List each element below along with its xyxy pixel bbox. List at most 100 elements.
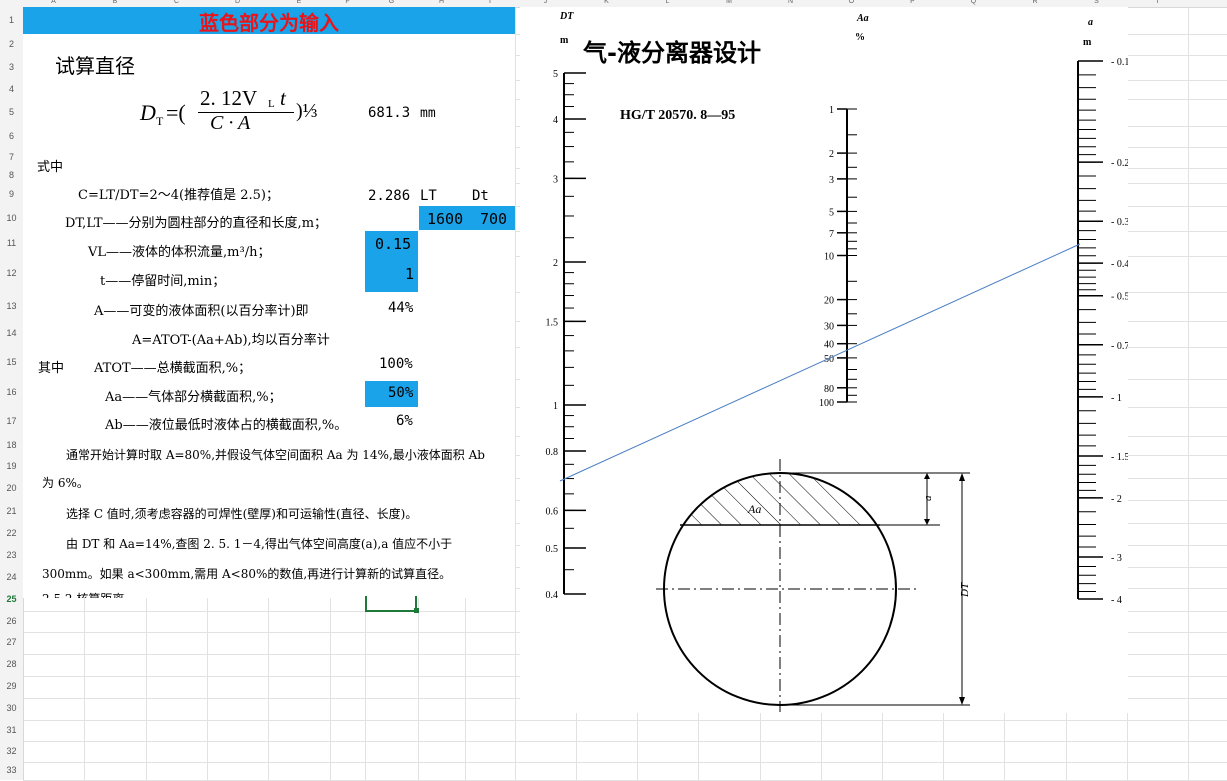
row-header-8[interactable]: 8	[0, 170, 23, 180]
column-header-l[interactable]: L	[666, 0, 670, 5]
dt-value[interactable]: 700	[480, 210, 507, 228]
row-header-22[interactable]: 22	[0, 528, 23, 538]
row-header-3[interactable]: 3	[0, 62, 23, 72]
dt-tick-label: 1.5	[546, 317, 559, 328]
line-dt-lt-definition: DT,LT——分别为圆柱部分的直径和长度,m；	[65, 216, 328, 231]
column-header-r[interactable]: R	[1032, 0, 1037, 5]
a-axis-label: a	[1088, 17, 1093, 28]
row-header-18[interactable]: 18	[0, 440, 23, 450]
row-header-31[interactable]: 31	[0, 725, 23, 735]
t-value[interactable]: 1	[405, 265, 414, 283]
column-header-b[interactable]: B	[113, 0, 118, 5]
row-header-13[interactable]: 13	[0, 301, 23, 311]
row-header-15[interactable]: 15	[0, 357, 23, 367]
vl-value[interactable]: 0.15	[375, 235, 411, 253]
column-header-k[interactable]: K	[604, 0, 609, 5]
dt-tick-label: 5	[553, 69, 558, 80]
row-header-24[interactable]: 24	[0, 572, 23, 582]
aa-region-label: Aa	[747, 502, 761, 516]
aa-tick-label: 2	[829, 149, 834, 160]
column-header-j[interactable]: J	[544, 0, 548, 5]
c-value[interactable]: 2.286	[368, 188, 410, 204]
a-value[interactable]: 44%	[388, 300, 413, 316]
aa-axis-unit: %	[855, 32, 865, 43]
line-ab-definition: Ab——液位最低时液体占的横截面积,%。	[105, 418, 348, 433]
dt-result-value[interactable]: 681.3	[368, 105, 410, 121]
a-tick-label: - 2	[1111, 494, 1122, 505]
selected-cell[interactable]	[365, 596, 417, 612]
section-label: 式中	[37, 160, 64, 175]
row-header-16[interactable]: 16	[0, 387, 23, 397]
column-header-q[interactable]: Q	[971, 0, 976, 5]
column-header-e[interactable]: E	[297, 0, 302, 5]
dt-label[interactable]: Dt	[472, 188, 489, 204]
a-tick-label: - 0.3	[1111, 217, 1128, 228]
column-header-s[interactable]: S	[1094, 0, 1099, 5]
row-header-12[interactable]: 12	[0, 268, 23, 278]
dt-tick-label: 3	[553, 174, 558, 185]
lt-label[interactable]: LT	[420, 188, 437, 204]
row-header-4[interactable]: 4	[0, 84, 23, 94]
aa-tick-label: 5	[829, 207, 834, 218]
column-header-t[interactable]: T	[1155, 0, 1159, 5]
aa-tick-label: 50	[824, 354, 834, 365]
row-header-bar: 1 2 3 4 5 6 7 8 9 10 11 12 13 14 15 16 17 18 19 20 21 22 23 24 2…	[0, 7, 24, 780]
row-header-17[interactable]: 17	[0, 416, 23, 426]
row-header-14[interactable]: 14	[0, 328, 23, 338]
row-header-1[interactable]: 1	[0, 15, 23, 25]
aa-tick-label: 100	[819, 398, 834, 409]
column-header-c[interactable]: C	[174, 0, 179, 5]
column-header-f[interactable]: F	[345, 0, 349, 5]
row-header-20[interactable]: 20	[0, 483, 23, 493]
ab-value[interactable]: 6%	[396, 413, 413, 429]
dt-axis-label: DT	[559, 11, 574, 22]
banner-text: 蓝色部分为输入	[199, 11, 339, 35]
row-header-30[interactable]: 30	[0, 703, 23, 713]
aa-tick-label: 3	[829, 175, 834, 186]
row-header-28[interactable]: 28	[0, 659, 23, 669]
aa-tick-label: 1	[829, 105, 834, 116]
nomogram-standard: HG/T 20570. 8—95	[620, 108, 736, 123]
row-header-2[interactable]: 2	[0, 39, 23, 49]
column-header-d[interactable]: D	[235, 0, 240, 5]
atot-value[interactable]: 100%	[379, 356, 413, 372]
column-header-p[interactable]: P	[910, 0, 915, 5]
dt-result-unit[interactable]: mm	[420, 106, 436, 121]
row-header-5[interactable]: 5	[0, 107, 23, 117]
column-header-n[interactable]: N	[788, 0, 793, 5]
column-header-o[interactable]: O	[849, 0, 854, 5]
dt-tick-label: 0.5	[546, 544, 559, 555]
row-header-19[interactable]: 19	[0, 461, 23, 471]
row-header-21[interactable]: 21	[0, 506, 23, 516]
column-header-a[interactable]: A	[51, 0, 56, 5]
row-header-10[interactable]: 10	[0, 213, 23, 223]
row-header-9[interactable]: 9	[0, 189, 23, 199]
line-aa-definition: Aa——气体部分横截面积,%；	[105, 390, 282, 405]
row-header-29[interactable]: 29	[0, 681, 23, 691]
aa-value[interactable]: 50%	[388, 385, 413, 401]
row-header-32[interactable]: 32	[0, 746, 23, 756]
column-header-h[interactable]: H	[439, 0, 444, 5]
fill-handle[interactable]	[414, 608, 419, 613]
dt-tick-label: 0.6	[546, 506, 559, 517]
column-header-m[interactable]: M	[726, 0, 732, 5]
aa-axis-label: Aa	[856, 13, 869, 24]
row-header-33[interactable]: 33	[0, 765, 23, 775]
row-header-11[interactable]: 11	[0, 238, 23, 248]
dt-tick-label: 0.4	[546, 590, 559, 601]
row-header-25[interactable]: 25	[0, 594, 23, 604]
column-header-g[interactable]: G	[389, 0, 394, 5]
dt-tick-label: 4	[553, 115, 558, 126]
a-tick-label: - 0.2	[1111, 158, 1128, 169]
column-header-i[interactable]: I	[489, 0, 491, 5]
line-atot-definition: ATOT——总横截面积,%；	[94, 361, 252, 376]
row-header-23[interactable]: 23	[0, 550, 23, 560]
row-header-26[interactable]: 26	[0, 616, 23, 626]
line-vl-definition: VL——液体的体积流量,m³/h；	[88, 245, 271, 260]
lt-value[interactable]: 1600	[427, 210, 463, 228]
row-header-6[interactable]: 6	[0, 131, 23, 141]
aa-tick-label: 40	[824, 340, 834, 351]
row-header-27[interactable]: 27	[0, 637, 23, 647]
row-header-7[interactable]: 7	[0, 152, 23, 162]
grid-row-line	[23, 741, 1227, 742]
